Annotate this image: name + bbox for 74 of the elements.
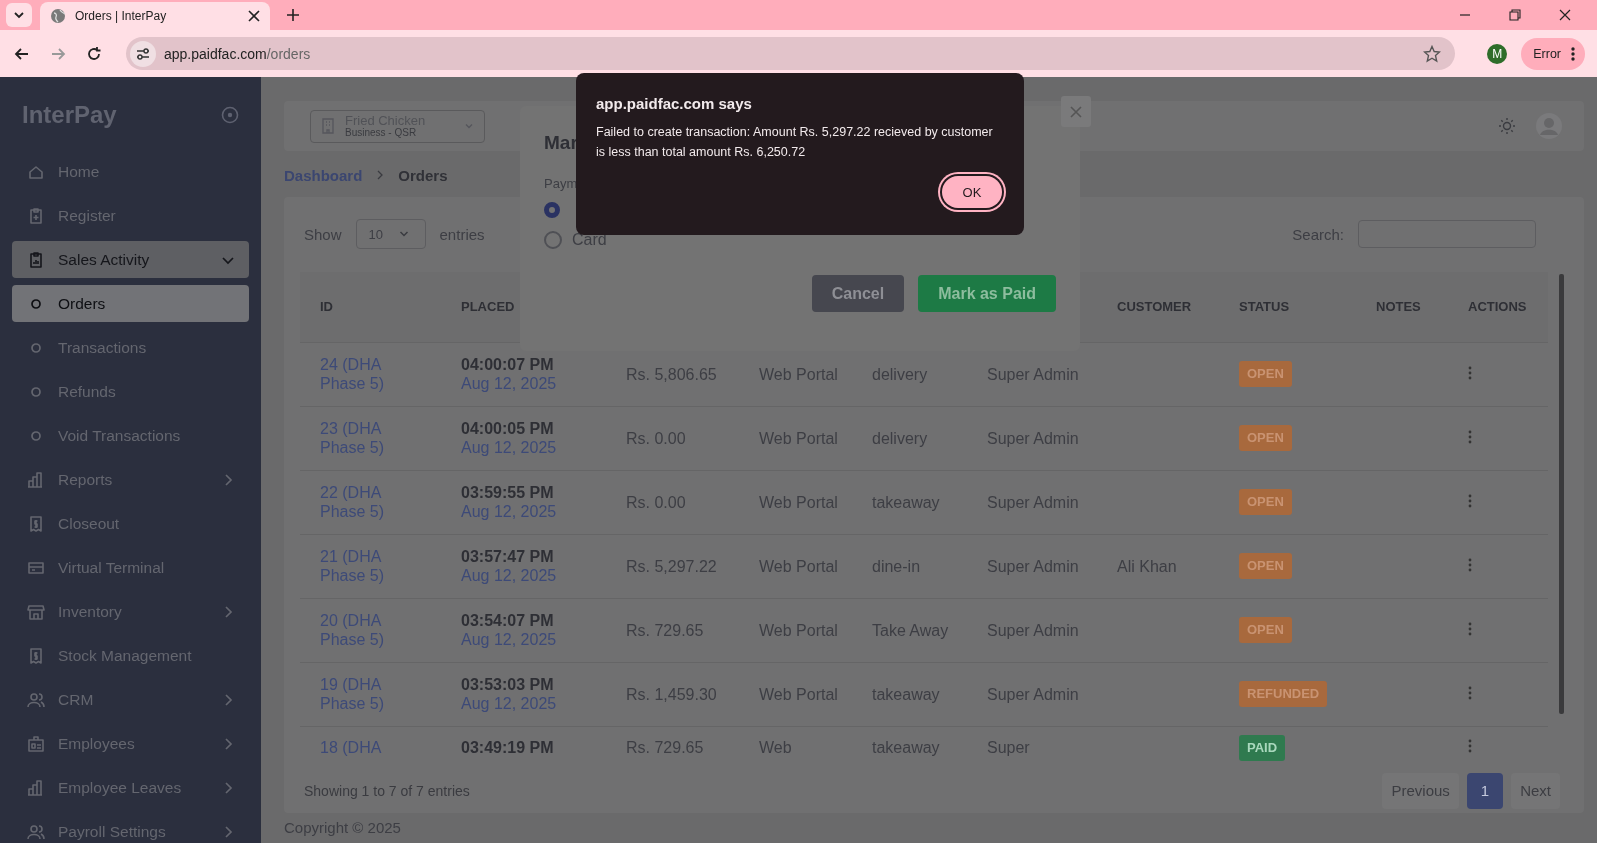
chevron-right-icon: [376, 170, 385, 180]
sidebar-item[interactable]: Sales Activity: [12, 241, 249, 278]
column-header[interactable]: ACTIONS: [1468, 299, 1527, 315]
order-time: 03:53:03 PM: [461, 675, 555, 695]
site-settings-icon[interactable]: [130, 40, 156, 67]
order-time: 03:49:19 PM: [461, 738, 555, 758]
star-icon[interactable]: [1423, 44, 1442, 63]
close-icon[interactable]: [248, 10, 260, 22]
modal-title: Mar: [544, 132, 578, 154]
sidebar-item[interactable]: Employees: [12, 725, 249, 762]
close-icon: [1070, 105, 1082, 118]
column-header[interactable]: NOTES: [1376, 299, 1421, 315]
sidebar-item[interactable]: Orders: [12, 285, 249, 322]
profile-avatar[interactable]: M: [1487, 43, 1508, 64]
more-icon[interactable]: [1468, 493, 1472, 508]
building-icon: [321, 118, 335, 134]
order-time: 03:54:07 PM: [461, 611, 555, 631]
chevron-down-icon: [13, 9, 25, 21]
order-time: 04:00:05 PM: [461, 419, 555, 439]
more-icon[interactable]: [1468, 621, 1472, 636]
sidebar-item[interactable]: Refunds: [12, 373, 249, 410]
sidebar-item[interactable]: Employee Leaves: [12, 769, 249, 806]
sidebar-item[interactable]: Transactions: [12, 329, 249, 366]
caret-icon: [464, 121, 474, 131]
column-header[interactable]: STATUS: [1239, 299, 1290, 315]
sidebar-item[interactable]: Home: [12, 153, 249, 190]
more-icon[interactable]: [1468, 685, 1472, 700]
more-icon[interactable]: [1468, 429, 1472, 444]
address-bar[interactable]: app.paidfac.com/orders: [126, 37, 1456, 70]
close-icon[interactable]: [1559, 9, 1571, 21]
breadcrumb-current: Orders: [398, 166, 448, 184]
tab-list-button[interactable]: [6, 3, 32, 27]
more-icon: [1571, 45, 1575, 62]
mark-paid-button[interactable]: Mark as Paid: [918, 275, 1056, 312]
forward-icon[interactable]: [50, 45, 66, 62]
order-time: 04:00:07 PM: [461, 355, 555, 375]
error-button[interactable]: Error: [1521, 37, 1585, 70]
column-header[interactable]: ID: [320, 299, 333, 315]
menu-item-icon: [26, 733, 46, 754]
alert-title: app.paidfac.com says: [596, 95, 753, 112]
reload-icon[interactable]: [86, 45, 102, 62]
sidebar-item[interactable]: Inventory: [12, 593, 249, 630]
sidebar-item[interactable]: Stock Management: [12, 637, 249, 674]
more-icon[interactable]: [1468, 365, 1472, 380]
restore-icon[interactable]: [1509, 9, 1521, 21]
sidebar-item[interactable]: CRM: [12, 681, 249, 718]
back-icon[interactable]: [14, 45, 30, 62]
tab-title: Orders | InterPay: [75, 9, 167, 23]
more-icon[interactable]: [1468, 557, 1472, 572]
sidebar-item[interactable]: Payroll Settings: [12, 813, 249, 843]
target-icon[interactable]: [221, 106, 239, 124]
url-text: app.paidfac.com/orders: [164, 45, 311, 62]
sun-icon[interactable]: [1498, 117, 1516, 135]
sidebar-item[interactable]: Void Transactions: [12, 417, 249, 454]
sidebar-item[interactable]: Reports: [12, 461, 249, 498]
sidebar-item[interactable]: Register: [12, 197, 249, 234]
browser-tab[interactable]: Orders | InterPay: [40, 2, 270, 30]
column-header[interactable]: CUSTOMER: [1117, 299, 1192, 315]
globe-icon: [50, 8, 66, 24]
pagination-button[interactable]: 1: [1466, 772, 1504, 809]
status-badge: PAID: [1239, 734, 1286, 761]
sidebar-item[interactable]: Virtual Terminal: [12, 549, 249, 586]
cancel-button[interactable]: Cancel: [811, 275, 905, 312]
order-time: 03:57:47 PM: [461, 547, 555, 567]
new-tab-icon[interactable]: [286, 8, 300, 22]
radio-button[interactable]: [544, 202, 560, 218]
scrollbar-thumb[interactable]: [1559, 273, 1564, 714]
column-header[interactable]: PLACED: [461, 299, 515, 315]
close-button[interactable]: [1061, 96, 1091, 127]
radio-button[interactable]: [544, 231, 562, 249]
sidebar-item[interactable]: Closeout: [12, 505, 249, 542]
order-time: 03:59:55 PM: [461, 483, 555, 503]
alert-message: Failed to create transaction: Amount Rs. 5,297.22 recieved by customer is less than total amount Rs. 6,250.72: [596, 124, 994, 161]
more-icon[interactable]: [1468, 739, 1472, 754]
